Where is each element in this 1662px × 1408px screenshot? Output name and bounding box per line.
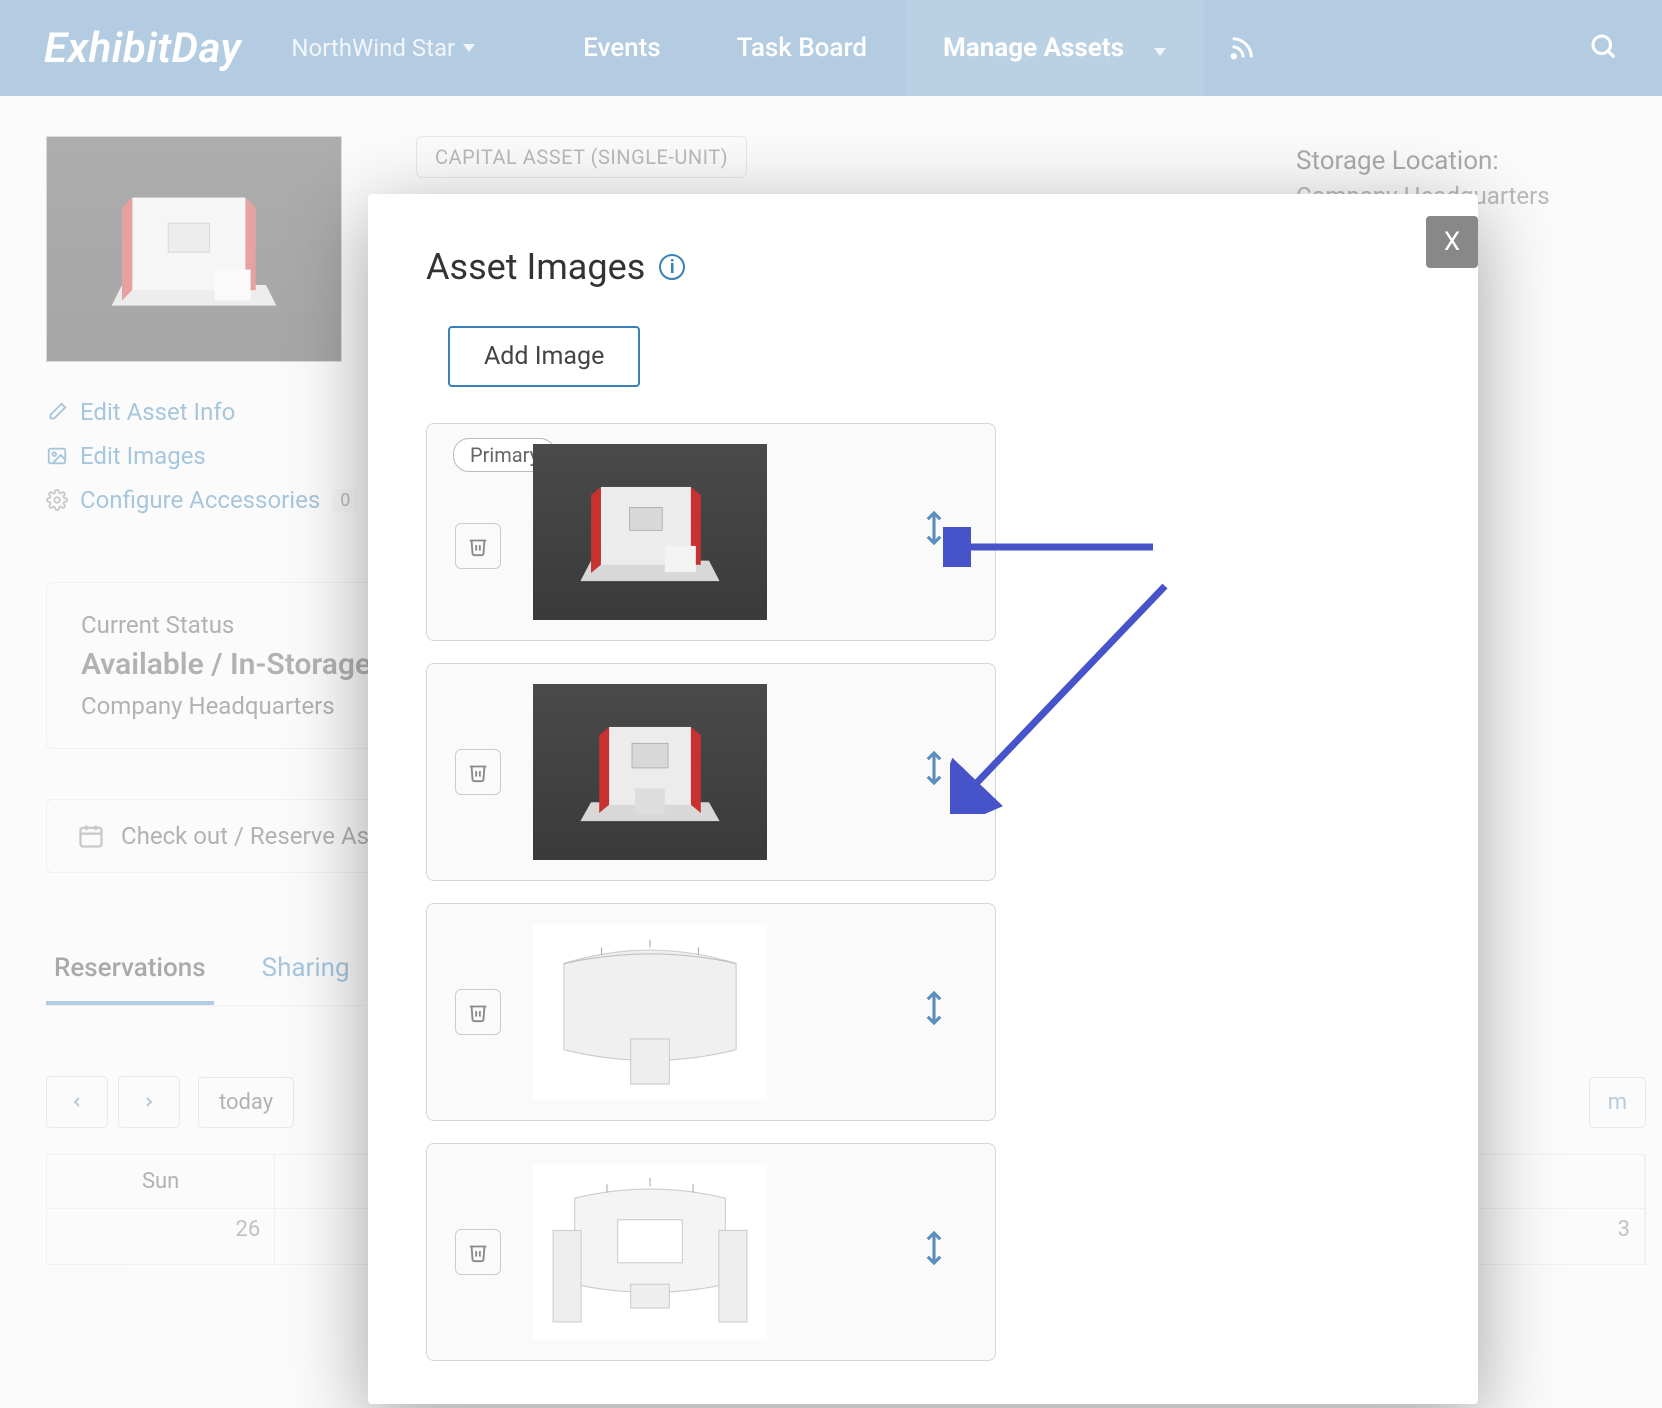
modal-title-text: Asset Images [426, 246, 645, 288]
image-thumbnail[interactable] [533, 444, 767, 620]
image-list: Primary [426, 423, 1420, 1361]
image-thumbnail[interactable] [533, 1164, 767, 1340]
image-thumbnail[interactable] [533, 684, 767, 860]
info-icon[interactable]: i [659, 254, 685, 280]
image-card-2 [426, 663, 996, 881]
modal-title: Asset Images i [426, 246, 1420, 288]
asset-images-modal: X Asset Images i Add Image Primary [368, 194, 1478, 1404]
image-thumbnail[interactable] [533, 924, 767, 1100]
delete-image-button[interactable] [455, 1229, 501, 1275]
image-card-3 [426, 903, 996, 1121]
delete-image-button[interactable] [455, 523, 501, 569]
delete-image-button[interactable] [455, 749, 501, 795]
drag-handle-icon[interactable] [919, 1228, 949, 1277]
drag-handle-icon[interactable] [919, 748, 949, 797]
add-image-button[interactable]: Add Image [448, 326, 640, 387]
drag-handle-icon[interactable] [919, 508, 949, 557]
close-button[interactable]: X [1426, 216, 1478, 268]
drag-handle-icon[interactable] [919, 988, 949, 1037]
delete-image-button[interactable] [455, 989, 501, 1035]
image-card-1: Primary [426, 423, 996, 641]
image-card-4 [426, 1143, 996, 1361]
